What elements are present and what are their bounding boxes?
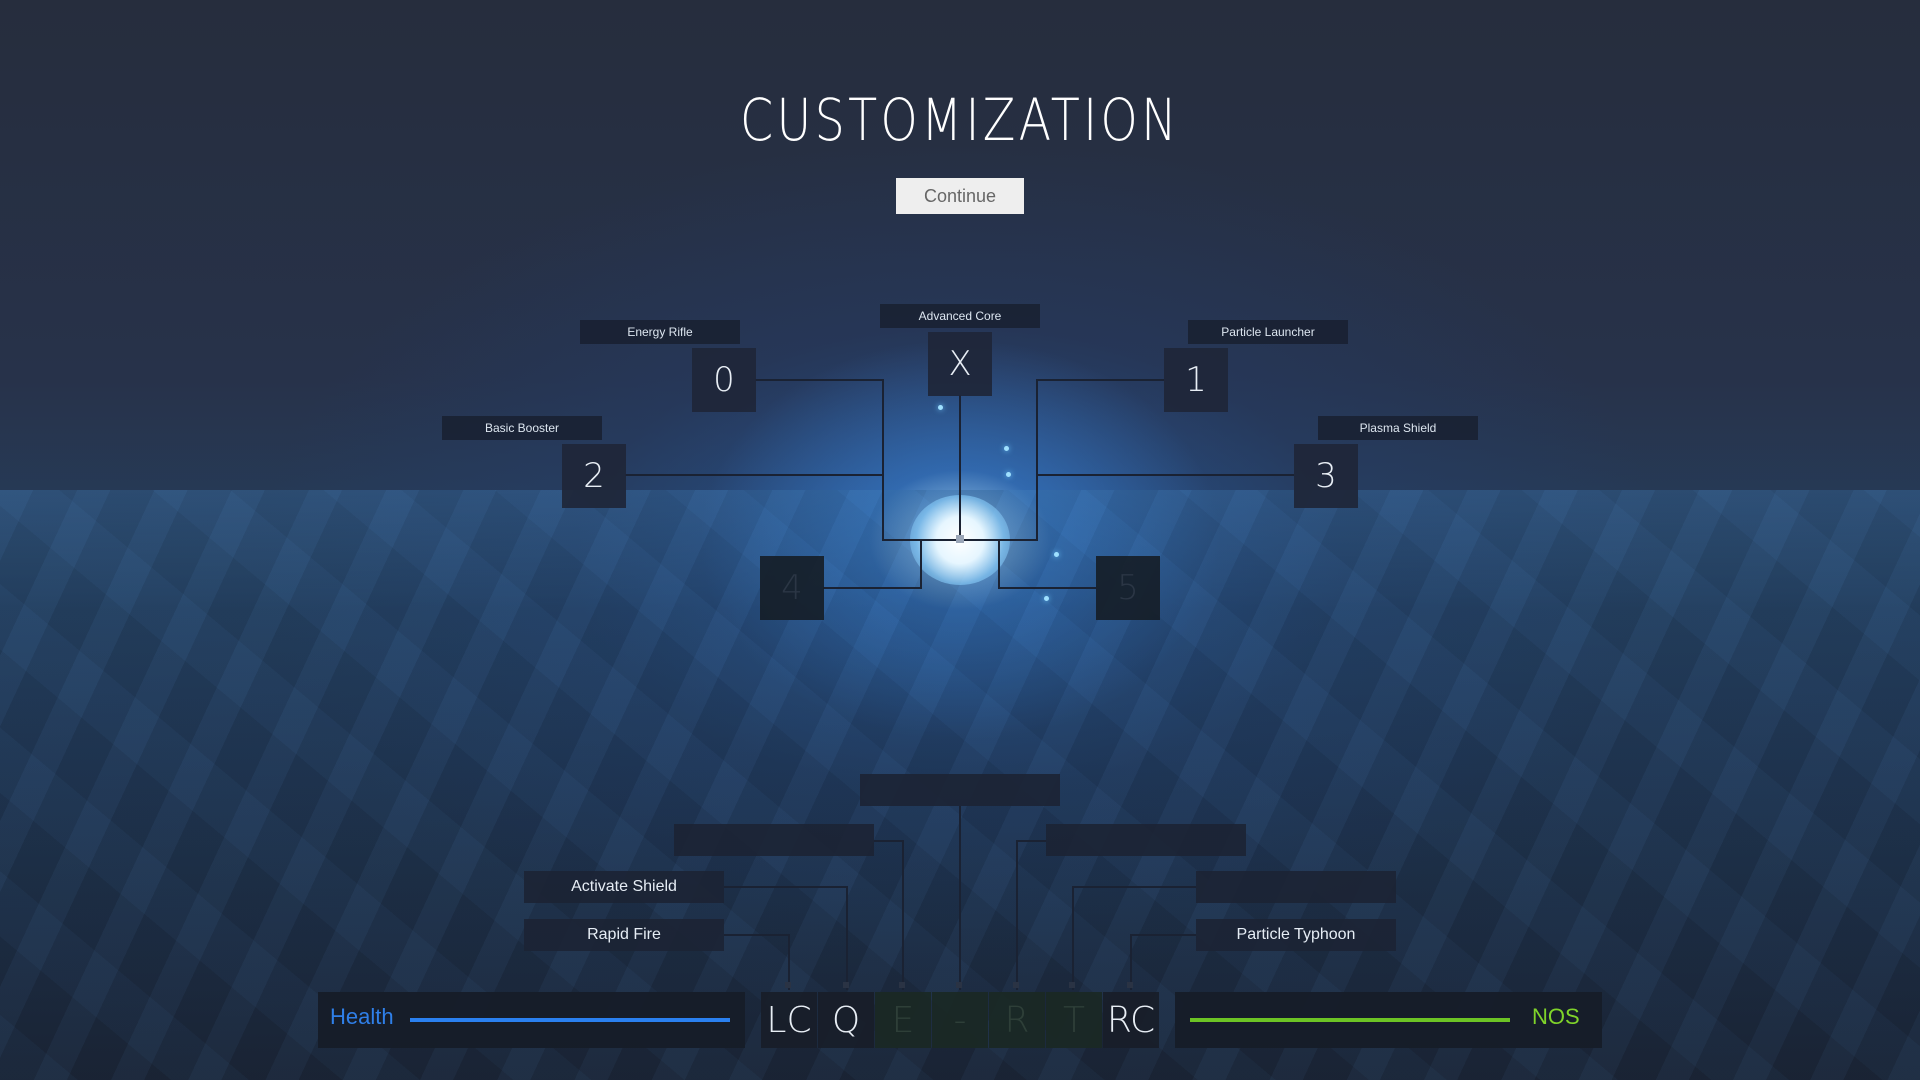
connector-line [625,474,882,476]
slot-label-1: Particle Launcher [1188,320,1348,344]
spark-particle [1004,446,1009,451]
spark-particle [1006,472,1011,477]
connector-line [902,840,904,990]
slot-0[interactable]: 0 [692,348,756,412]
connector-node [1127,982,1133,988]
spark-particle [938,405,943,410]
continue-button[interactable]: Continue [896,178,1024,214]
hotkey-q[interactable]: Q [818,992,874,1048]
slot-label-2: Basic Booster [442,416,602,440]
connector-line [1130,934,1196,936]
slot-4[interactable]: 4 [760,556,824,620]
connector-line [1016,840,1046,842]
connector-line [874,840,904,842]
hotkey-t[interactable]: T [1046,992,1102,1048]
ability-activate-shield[interactable]: Activate Shield [524,871,724,903]
spark-particle [1054,552,1059,557]
connector-node [956,535,964,543]
connector-line [1072,886,1074,990]
slot-label-3: Plasma Shield [1318,416,1478,440]
ability-particle-typhoon[interactable]: Particle Typhoon [1196,919,1396,951]
connector-line [998,540,1000,588]
connector-node [785,982,791,988]
hotkey-e[interactable]: E [875,992,931,1048]
slot-1[interactable]: 1 [1164,348,1228,412]
connector-node [956,982,962,988]
slot-3[interactable]: 3 [1294,444,1358,508]
hotkey-rc[interactable]: RC [1103,992,1159,1048]
connector-line [846,886,848,990]
connector-line [1036,379,1164,381]
slot-label-core: Advanced Core [880,304,1040,328]
connector-line [882,379,884,540]
hotkey-lc[interactable]: LC [761,992,817,1048]
slot-2[interactable]: 2 [562,444,626,508]
connector-line [724,886,848,888]
hotkey-r[interactable]: R [989,992,1045,1048]
connector-line [920,540,922,588]
health-bar [410,1018,730,1022]
connector-line [755,379,883,381]
ability-slot-right-upper[interactable] [1046,824,1246,856]
nos-label: NOS [1532,1004,1580,1029]
connector-line [724,934,790,936]
ability-slot-left-upper[interactable] [674,824,874,856]
connector-node [899,982,905,988]
health-label: Health [330,1004,394,1029]
connector-line [823,587,922,589]
connector-line [1016,840,1018,990]
page-title: CUSTOMIZATION [740,86,1180,154]
slot-core[interactable]: X [928,332,992,396]
spark-particle [1044,596,1049,601]
connector-line [1072,886,1196,888]
connector-line [998,587,1096,589]
ability-slot-center[interactable] [860,774,1060,806]
nos-bar [1190,1018,1510,1022]
slot-label-0: Energy Rifle [580,320,740,344]
connector-node [1013,982,1019,988]
ability-slot-right-mid[interactable] [1196,871,1396,903]
connector-node [1069,982,1075,988]
connector-line [959,806,961,990]
connector-line [1036,379,1038,540]
connector-node [843,982,849,988]
slot-5[interactable]: 5 [1096,556,1160,620]
hotkey-dash[interactable]: - [932,992,988,1048]
connector-line [1036,474,1294,476]
connector-line [959,395,961,540]
ability-rapid-fire[interactable]: Rapid Fire [524,919,724,951]
